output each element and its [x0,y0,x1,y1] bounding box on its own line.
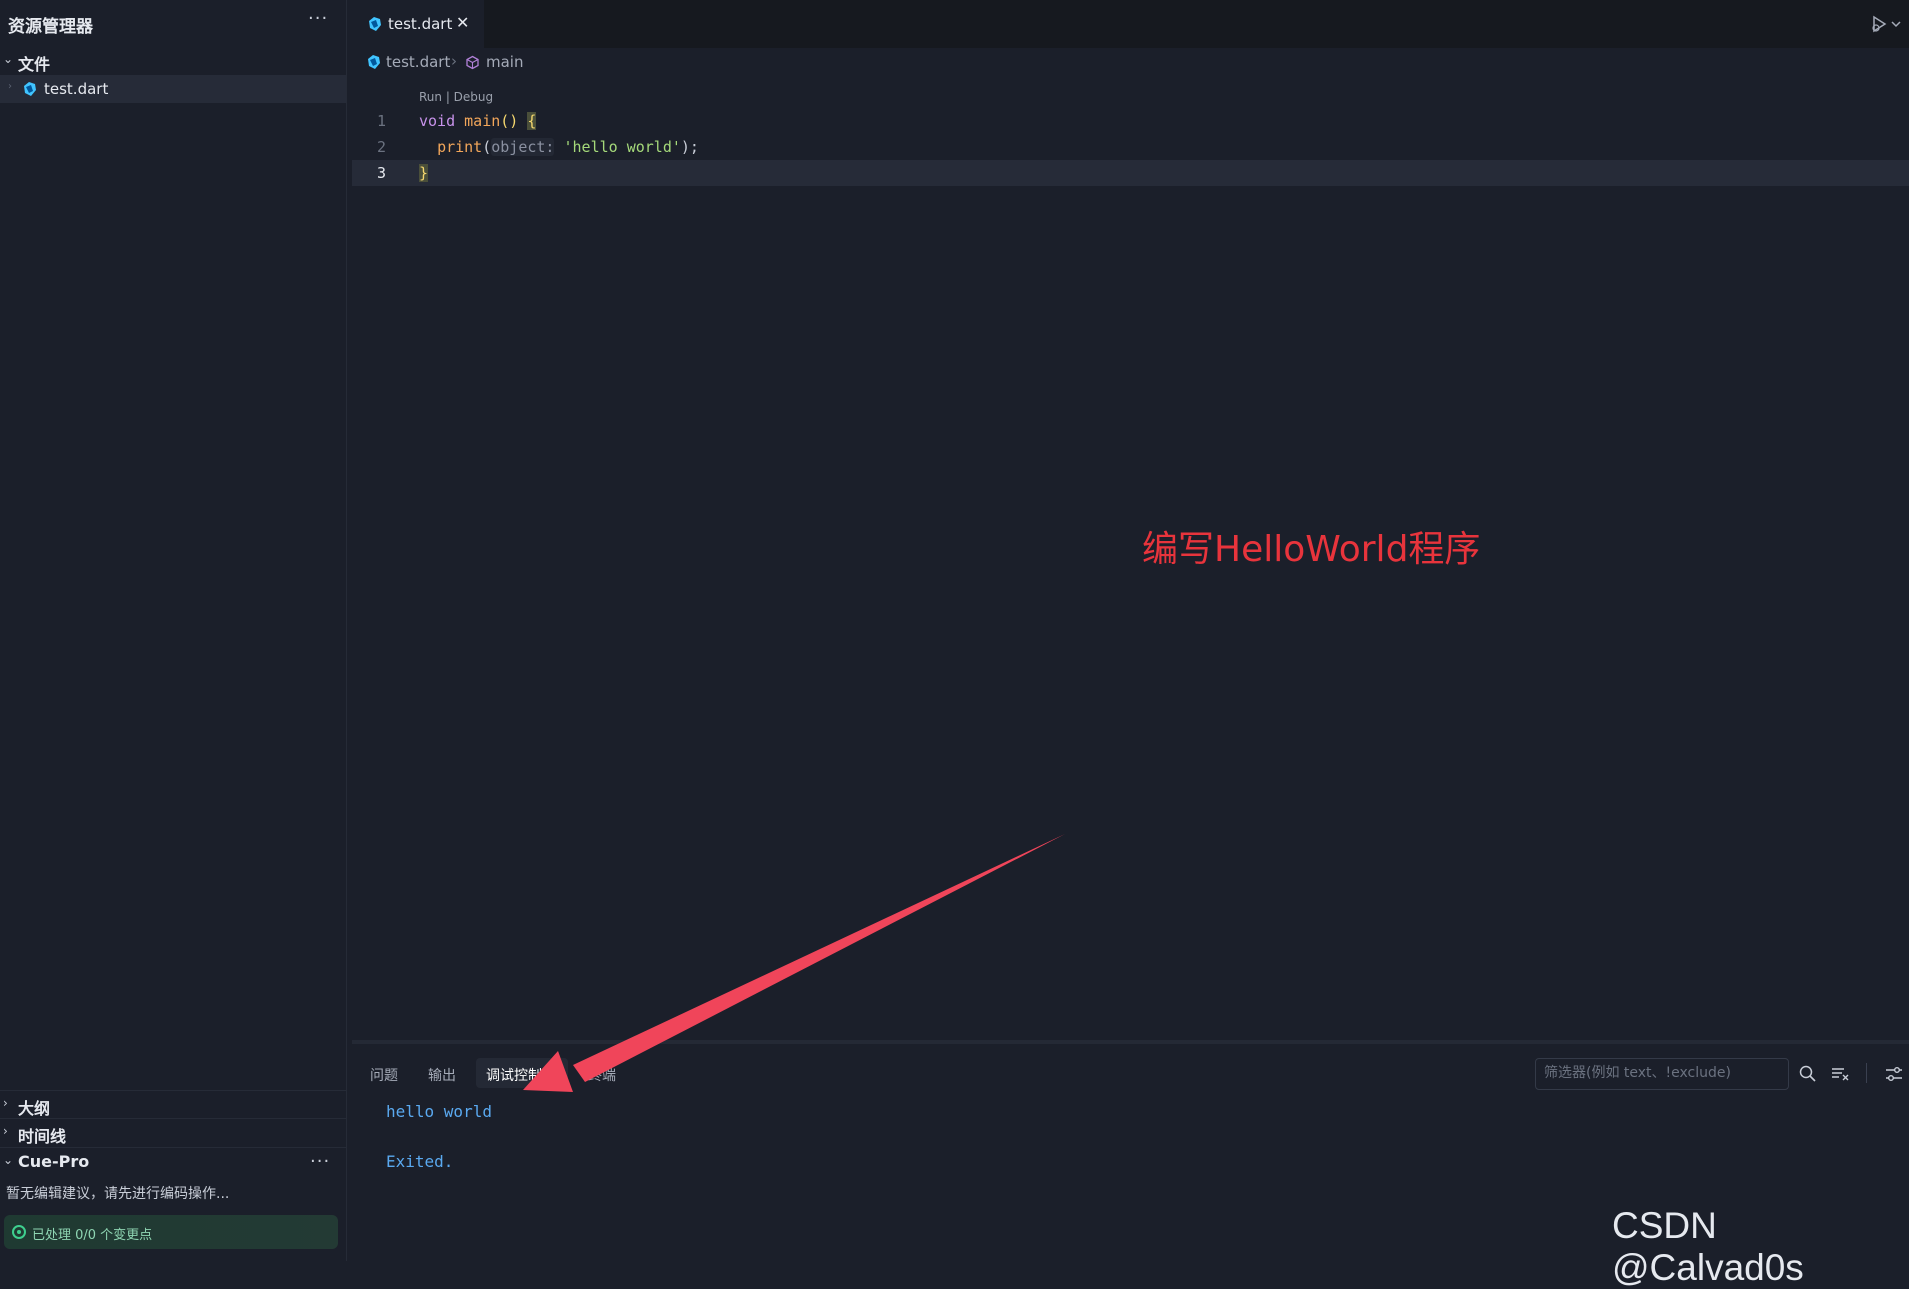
explorer-header: 资源管理器 ··· [0,0,346,44]
chevron-right-icon: › [3,1124,8,1138]
tab-problems[interactable]: 问题 [370,1065,398,1085]
dart-file-icon [368,55,380,69]
keyword-token: void [419,112,456,130]
paren-token: ( [482,138,492,156]
breadcrumb: test.dart › main [352,50,1909,78]
section-files[interactable]: ⌄ 文件 [0,47,346,75]
chevron-down-icon: ⌄ [3,52,14,66]
breadcrumb-file[interactable]: test.dart [386,53,450,71]
brace-token: } [419,164,429,182]
cue-status-label: 已处理 0/0 个变更点 [32,1228,153,1243]
code-line-current[interactable]: 3 } [352,160,1909,186]
breadcrumb-separator: › [451,52,457,70]
tab-label: test.dart [388,15,453,33]
code-editor[interactable]: Run | Debug 1 void main() { 2 print(obje… [352,80,1909,1040]
function-token: main [464,112,501,130]
code-text: } [419,160,429,186]
search-icon[interactable] [1797,1063,1819,1085]
brace-token: { [527,112,537,130]
filter-box [1535,1058,1792,1090]
code-line[interactable]: 1 void main() { [352,108,1909,134]
dart-file-icon [24,82,36,96]
code-text: print(object: 'hello world'); [419,134,699,160]
explorer-title: 资源管理器 [8,17,93,37]
line-number: 1 [376,112,386,130]
settings-icon[interactable] [1883,1063,1905,1085]
paren-token: ); [680,138,699,156]
tab-terminal[interactable]: 终端 [588,1065,616,1085]
cue-status-bar[interactable]: 已处理 0/0 个变更点 [4,1215,338,1249]
line-number: 2 [376,138,386,156]
line-number: 3 [376,164,386,182]
tree-twistie-icon: › [8,81,12,92]
section-timeline-label: 时间线 [18,1127,67,1146]
code-text: void main() { [419,108,537,134]
close-icon[interactable]: ✕ [456,13,469,32]
file-item-test-dart[interactable]: › test.dart [0,75,346,103]
string-token: 'hello world' [563,138,681,156]
file-name-label: test.dart [44,80,109,98]
section-outline-label: 大纲 [18,1099,51,1118]
code-line[interactable]: 2 print(object: 'hello world'); [352,134,1909,160]
toolbar-divider [1866,1063,1867,1083]
codelens-run-debug[interactable]: Run | Debug [419,90,493,104]
chevron-right-icon: › [3,1096,8,1110]
clear-console-icon[interactable] [1829,1063,1851,1085]
more-actions-icon[interactable]: ··· [308,8,328,29]
console-output-line: Exited. [386,1152,454,1171]
chevron-down-icon: ⌄ [3,1153,14,1167]
explorer-sidebar: 资源管理器 ··· ⌄ 文件 › test.dart › 大纲 › 时间线 ⌄ … [0,0,347,1261]
tab-output[interactable]: 输出 [428,1065,456,1085]
console-output-line: hello world [386,1102,492,1121]
method-symbol-icon [466,55,479,70]
filter-input[interactable] [1536,1059,1792,1087]
annotation-text: 编写HelloWorld程序 [1142,529,1481,570]
tab-test-dart[interactable]: test.dart ✕ [352,0,484,48]
function-token: print [437,138,483,156]
dart-file-icon [369,17,381,31]
breadcrumb-symbol[interactable]: main [486,53,523,71]
paren-token: () [500,112,519,130]
cue-more-actions-icon[interactable]: ··· [310,1151,330,1172]
parameter-hint: object: [491,138,555,156]
cue-logo-icon [12,1225,26,1239]
editor-tab-bar: test.dart ✕ [352,0,1909,48]
run-debug-icon[interactable] [1868,14,1902,34]
section-outline[interactable]: › 大纲 [0,1090,346,1119]
cue-message: 暂无编辑建议，请先进行编码操作... [6,1186,230,1202]
tab-debug-console[interactable]: 调试控制台 [486,1065,556,1085]
watermark: CSDN @Calvad0s [1612,1205,1804,1288]
section-timeline[interactable]: › 时间线 [0,1118,346,1147]
section-cue-pro[interactable]: ⌄ Cue-Pro [0,1147,346,1176]
section-cue-pro-label: Cue-Pro [18,1152,90,1171]
section-files-label: 文件 [18,55,51,74]
